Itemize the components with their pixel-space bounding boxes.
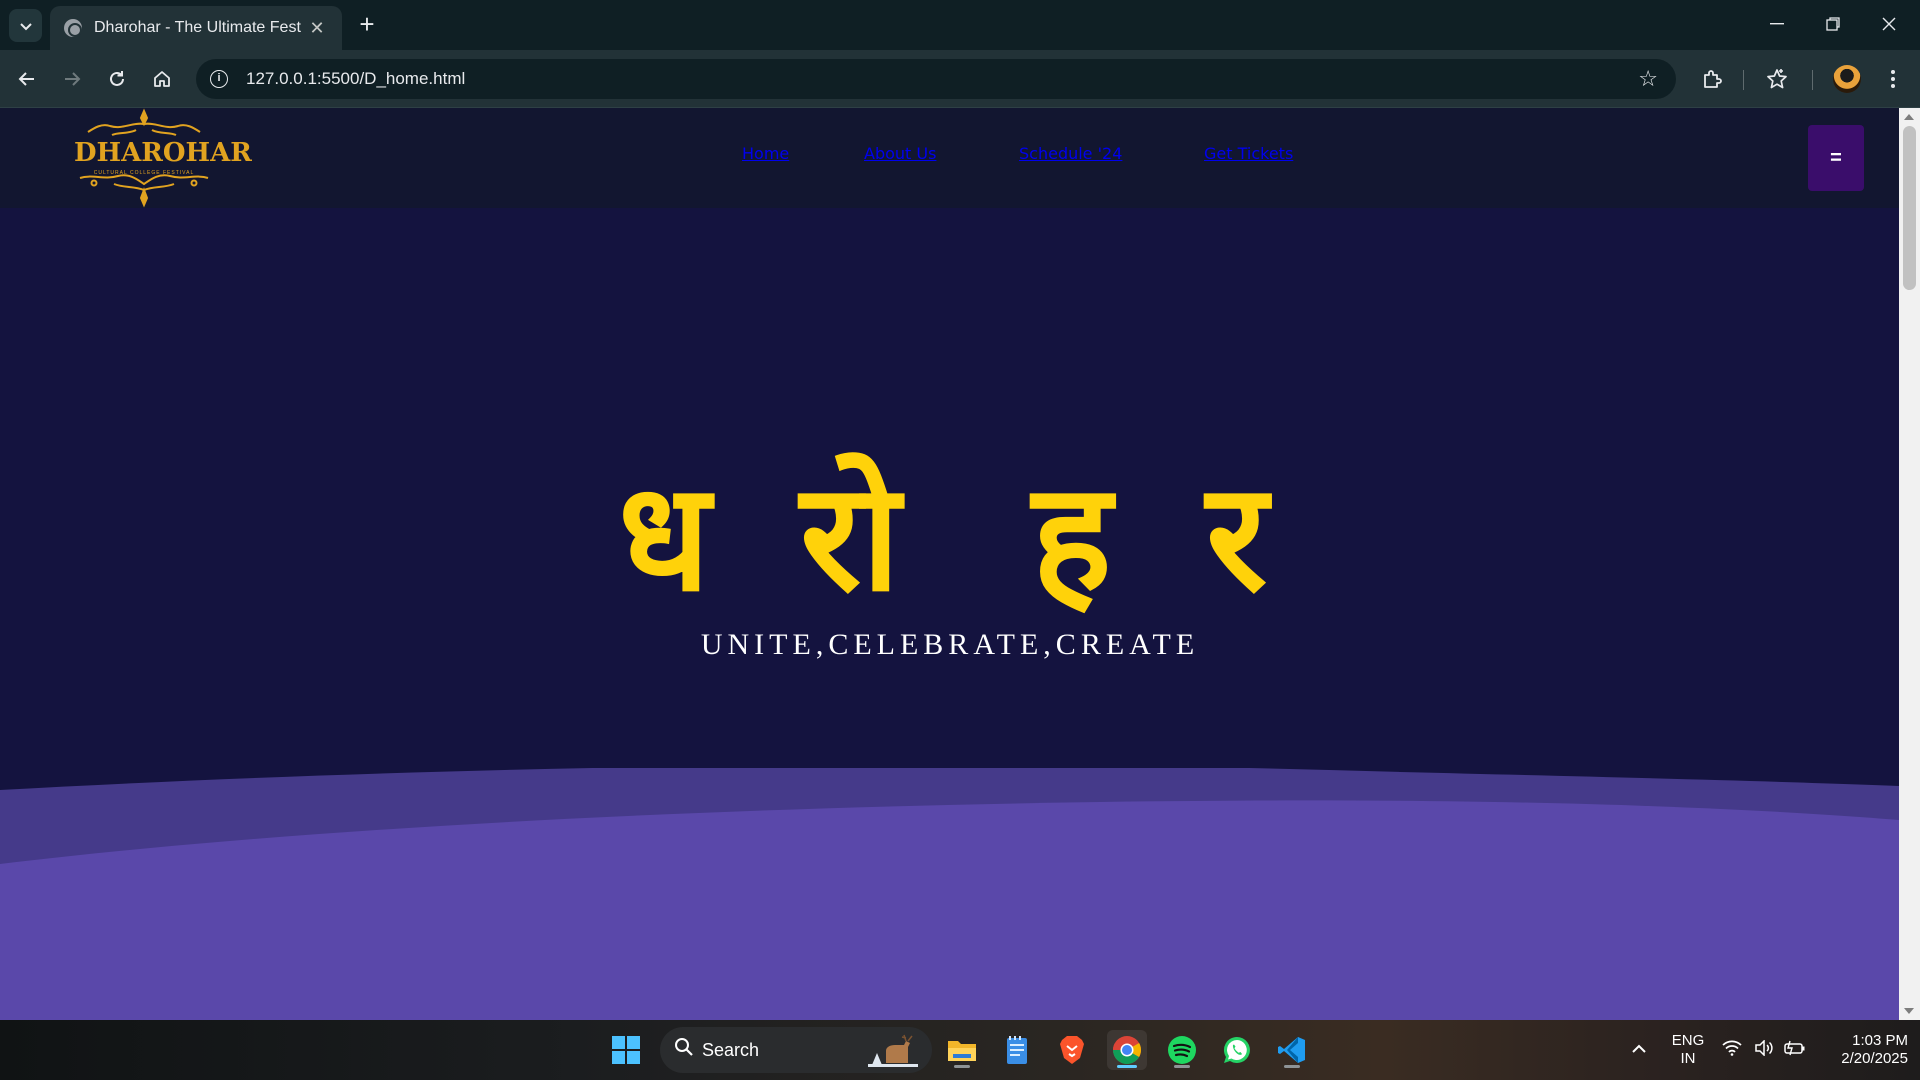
bookmarks-icon[interactable]	[1762, 64, 1792, 94]
hero-title-char: ह	[1032, 451, 1112, 625]
page-viewport: DHAROHAR CULTURAL COLLEGE FESTIVAL Home …	[0, 108, 1899, 1020]
vscode-icon[interactable]	[1272, 1030, 1312, 1070]
browser-tab[interactable]: Dharohar - The Ultimate Fest ✕	[50, 6, 342, 50]
extensions-icon[interactable]	[1697, 64, 1727, 94]
clock[interactable]: 1:03 PM 2/20/2025	[1820, 1032, 1908, 1068]
new-tab-button[interactable]: +	[352, 10, 382, 40]
search-icon	[674, 1037, 694, 1063]
spotify-icon[interactable]	[1162, 1030, 1202, 1070]
site-info-icon[interactable]: i	[206, 66, 232, 92]
scroll-up-icon[interactable]	[1904, 114, 1914, 120]
nav-about-us[interactable]: About Us	[864, 144, 936, 163]
page-scrollbar[interactable]	[1899, 108, 1920, 1020]
tab-title: Dharohar - The Ultimate Fest	[94, 19, 301, 36]
hero-title-char: ध	[618, 451, 711, 625]
notepad-icon[interactable]	[997, 1030, 1037, 1070]
volume-icon[interactable]	[1754, 1039, 1774, 1061]
dharohar-logo[interactable]: DHAROHAR CULTURAL COLLEGE FESTIVAL	[74, 108, 252, 208]
tab-search-button[interactable]	[9, 9, 42, 42]
scroll-down-icon[interactable]	[1904, 1008, 1914, 1014]
search-label: Search	[702, 1039, 760, 1060]
clock-time: 1:03 PM	[1852, 1032, 1908, 1049]
language-indicator[interactable]: ENG IN	[1662, 1032, 1714, 1068]
hero-waves	[0, 768, 1899, 1020]
browser-tab-bar: Dharohar - The Ultimate Fest ✕ +	[0, 0, 1920, 50]
clock-date: 2/20/2025	[1841, 1050, 1908, 1067]
toolbar-divider	[1743, 70, 1744, 90]
hamburger-menu-button[interactable]: =	[1808, 125, 1864, 191]
file-explorer-icon[interactable]	[942, 1030, 982, 1070]
chevron-down-icon	[19, 22, 32, 30]
back-icon[interactable]	[10, 62, 44, 96]
chevron-up-icon[interactable]	[1631, 1038, 1647, 1059]
brave-browser-icon[interactable]	[1052, 1030, 1092, 1070]
menu-dots-icon[interactable]	[1878, 64, 1908, 94]
windows-taskbar: ENG IN 1:03 PM 2/20/2025	[0, 1020, 1920, 1080]
url-text[interactable]: 127.0.0.1:5500/D_home.html	[246, 69, 1638, 89]
hero-title-char: रो	[800, 451, 901, 625]
language-label: ENG	[1671, 1032, 1705, 1049]
globe-icon	[64, 19, 82, 37]
logo-subtext: CULTURAL COLLEGE FESTIVAL	[93, 170, 195, 176]
toolbar-divider	[1812, 70, 1813, 90]
hero-title-char: र	[1206, 451, 1268, 625]
reindeer-icon	[868, 1034, 918, 1067]
minimize-icon[interactable]	[1754, 8, 1800, 40]
region-label: IN	[1680, 1050, 1696, 1067]
site-header: DHAROHAR CULTURAL COLLEGE FESTIVAL Home …	[0, 108, 1899, 208]
restore-icon[interactable]	[1810, 8, 1856, 40]
bookmark-star-icon[interactable]: ☆	[1638, 67, 1658, 92]
nav-get-tickets[interactable]: Get Tickets	[1204, 144, 1293, 163]
scrollbar-thumb[interactable]	[1903, 126, 1916, 290]
hero-tagline: UNITE,CELEBRATE,CREATE	[700, 628, 1200, 661]
home-icon[interactable]	[145, 62, 179, 96]
browser-toolbar: i 127.0.0.1:5500/D_home.html ☆	[0, 50, 1920, 108]
taskbar-search-box[interactable]: Search	[660, 1027, 932, 1073]
forward-icon[interactable]	[55, 62, 89, 96]
windows-start-icon[interactable]	[606, 1030, 646, 1070]
logo-text: DHAROHAR	[74, 138, 252, 168]
window-close-icon[interactable]	[1866, 8, 1912, 40]
address-bar[interactable]: i 127.0.0.1:5500/D_home.html ☆	[196, 59, 1676, 99]
wifi-icon[interactable]	[1722, 1040, 1742, 1061]
profile-avatar[interactable]	[1833, 65, 1861, 93]
chrome-icon[interactable]	[1107, 1030, 1147, 1070]
reload-icon[interactable]	[100, 62, 134, 96]
battery-icon[interactable]	[1784, 1040, 1806, 1061]
close-icon[interactable]: ✕	[306, 18, 328, 39]
whatsapp-icon[interactable]	[1217, 1030, 1257, 1070]
nav-home[interactable]: Home	[742, 144, 789, 163]
nav-schedule[interactable]: Schedule '24	[1019, 144, 1122, 163]
hero-title: ध रो ह र	[500, 448, 1400, 628]
